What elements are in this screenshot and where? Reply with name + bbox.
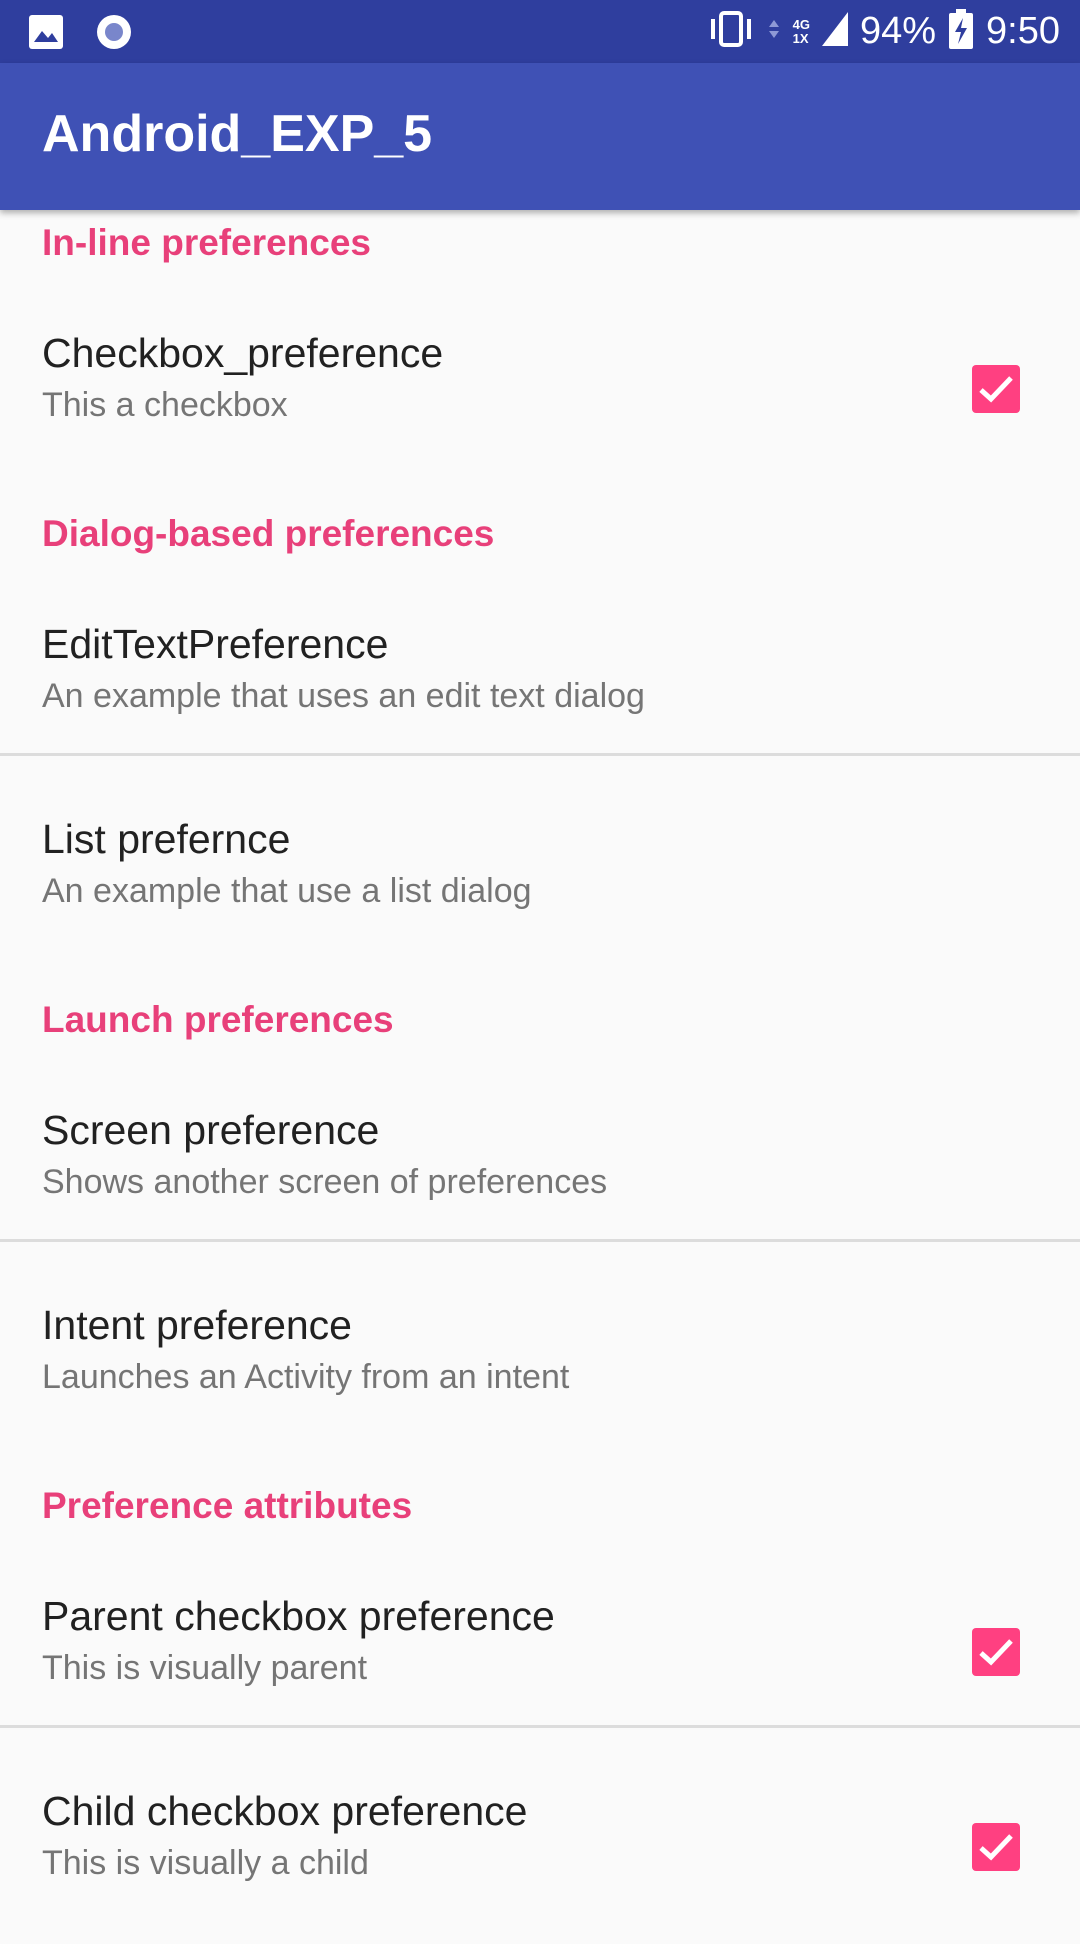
category-preference-attributes: Preference attributes: [42, 1485, 413, 1526]
category-dialog-based-preferences: Dialog-based preferences: [42, 513, 495, 554]
checkmark-icon: [979, 1834, 1013, 1861]
pref-title: Checkbox_preference: [42, 330, 444, 376]
pref-title: Parent checkbox preference: [42, 1593, 555, 1639]
image-icon: [28, 14, 64, 55]
pref-summary: This is visually a child: [42, 1844, 369, 1882]
pref-summary: Shows another screen of preferences: [42, 1163, 608, 1201]
screen-preference[interactable]: Screen preference Shows another screen o…: [0, 1079, 1080, 1263]
network-type: 4G 1X: [792, 16, 810, 46]
checkbox-checked[interactable]: [972, 1823, 1020, 1871]
battery-charging-icon: [948, 9, 974, 54]
parent-checkbox-preference[interactable]: Parent checkbox preference This is visua…: [0, 1565, 1080, 1749]
checkbox-checked[interactable]: [972, 365, 1020, 413]
pref-title: List prefernce: [42, 816, 291, 862]
category-launch-preferences: Launch preferences: [42, 999, 394, 1040]
vibrate-icon: [707, 11, 755, 52]
checkmark-icon: [979, 1639, 1013, 1666]
app-bar: Android_EXP_5: [0, 63, 1080, 210]
pref-title: Screen preference: [42, 1107, 380, 1153]
record-icon: [94, 12, 134, 57]
divider: [0, 753, 1080, 756]
data-arrows-icon: [767, 14, 781, 49]
intent-preference[interactable]: Intent preference Launches an Activity f…: [0, 1274, 1080, 1458]
pref-summary: Launches an Activity from an intent: [42, 1358, 570, 1396]
network-type-top: 4G: [792, 16, 810, 32]
edittext-preference[interactable]: EditTextPreference An example that uses …: [0, 593, 1080, 777]
pref-summary: An example that uses an edit text dialog: [42, 677, 645, 715]
checkbox-checked[interactable]: [972, 1628, 1020, 1676]
signal-icon: [821, 12, 848, 51]
network-type-bottom: 1X: [792, 30, 809, 46]
child-checkbox-preference[interactable]: Child checkbox preference This is visual…: [0, 1760, 1080, 1944]
checkbox-preference[interactable]: Checkbox_preference This a checkbox: [0, 302, 1080, 486]
pref-summary: An example that use a list dialog: [42, 872, 532, 910]
pref-summary: This is visually parent: [42, 1649, 368, 1687]
pref-title: Child checkbox preference: [42, 1788, 528, 1834]
list-preference[interactable]: List prefernce An example that use a lis…: [0, 788, 1080, 972]
status-bar: 4G 1X 94% 9:50: [0, 0, 1080, 63]
pref-summary: This a checkbox: [42, 386, 288, 424]
divider: [0, 1725, 1080, 1728]
battery-percent: 94%: [859, 10, 937, 52]
divider: [0, 1239, 1080, 1242]
clock: 9:50: [986, 10, 1060, 52]
pref-title: EditTextPreference: [42, 621, 389, 667]
category-inline-preferences: In-line preferences: [42, 222, 372, 263]
pref-title: Intent preference: [42, 1302, 352, 1348]
app-title: Android_EXP_5: [42, 105, 433, 163]
checkmark-icon: [979, 376, 1013, 403]
